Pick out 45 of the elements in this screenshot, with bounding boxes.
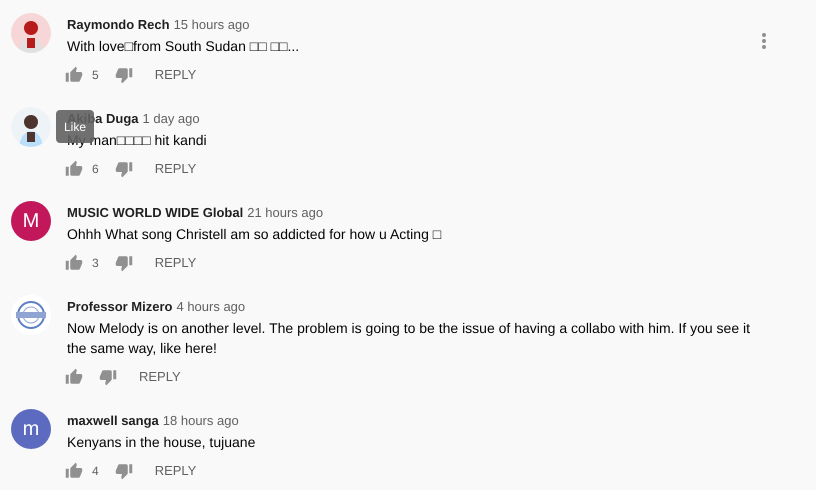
thumbs-down-icon (99, 368, 117, 386)
like-button[interactable] (65, 368, 83, 386)
like-count: 3 (92, 255, 99, 272)
like-button[interactable] (65, 66, 83, 84)
author-name[interactable]: maxwell sanga (67, 411, 159, 430)
thumbs-up-icon (65, 368, 83, 386)
comment-time[interactable]: 21 hours ago (247, 203, 324, 222)
like-button[interactable] (65, 254, 83, 272)
comment-text: Now Melody is on another level. The problem is going to be the issue of having a collabo with him. If you see it the same way, like here! (67, 319, 752, 358)
thumbs-up-icon (65, 254, 83, 272)
thumbs-down-icon (114, 160, 133, 178)
avatar: m (11, 409, 51, 449)
like-button[interactable] (65, 160, 83, 178)
comment-time[interactable]: 1 day ago (142, 109, 200, 128)
dislike-button[interactable] (114, 254, 133, 272)
author-name[interactable]: MUSIC WORLD WIDE Global (67, 203, 244, 222)
dislike-button[interactable] (114, 462, 133, 480)
author-name[interactable]: Raymondo Rech (67, 15, 170, 34)
comment-time[interactable]: 4 hours ago (176, 297, 246, 316)
reply-button[interactable]: REPLY (146, 249, 204, 277)
thumbs-down-icon (114, 66, 133, 84)
comment-time[interactable]: 15 hours ago (174, 15, 250, 34)
reply-button[interactable]: REPLY (146, 155, 204, 183)
reply-button[interactable]: REPLY (146, 61, 204, 89)
comment-time[interactable]: 18 hours ago (162, 411, 239, 430)
thumbs-up-icon (65, 462, 83, 480)
dislike-button[interactable] (114, 160, 133, 178)
like-count: 4 (92, 463, 99, 480)
comment-text: Ohhh What song Christell am so addicted for how u Acting □ (67, 225, 442, 244)
dislike-button[interactable] (99, 368, 117, 386)
avatar: M (11, 201, 51, 241)
like-count: 5 (92, 67, 99, 84)
thumbs-up-icon (65, 160, 83, 178)
like-count: 6 (92, 161, 99, 178)
thumbs-up-icon (65, 66, 83, 84)
comment-text: With love□from South Sudan □□ □□... (67, 37, 300, 56)
like-button[interactable] (65, 462, 83, 480)
reply-button[interactable]: REPLY (131, 363, 189, 391)
author-name[interactable]: Professor Mizero (67, 297, 172, 316)
more-icon (762, 33, 766, 49)
reply-button[interactable]: REPLY (146, 457, 204, 485)
comment-text: Kenyans in the house, tujuane (67, 433, 256, 452)
dislike-button[interactable] (114, 66, 133, 84)
thumbs-down-icon (114, 254, 133, 272)
thumbs-down-icon (114, 462, 133, 480)
